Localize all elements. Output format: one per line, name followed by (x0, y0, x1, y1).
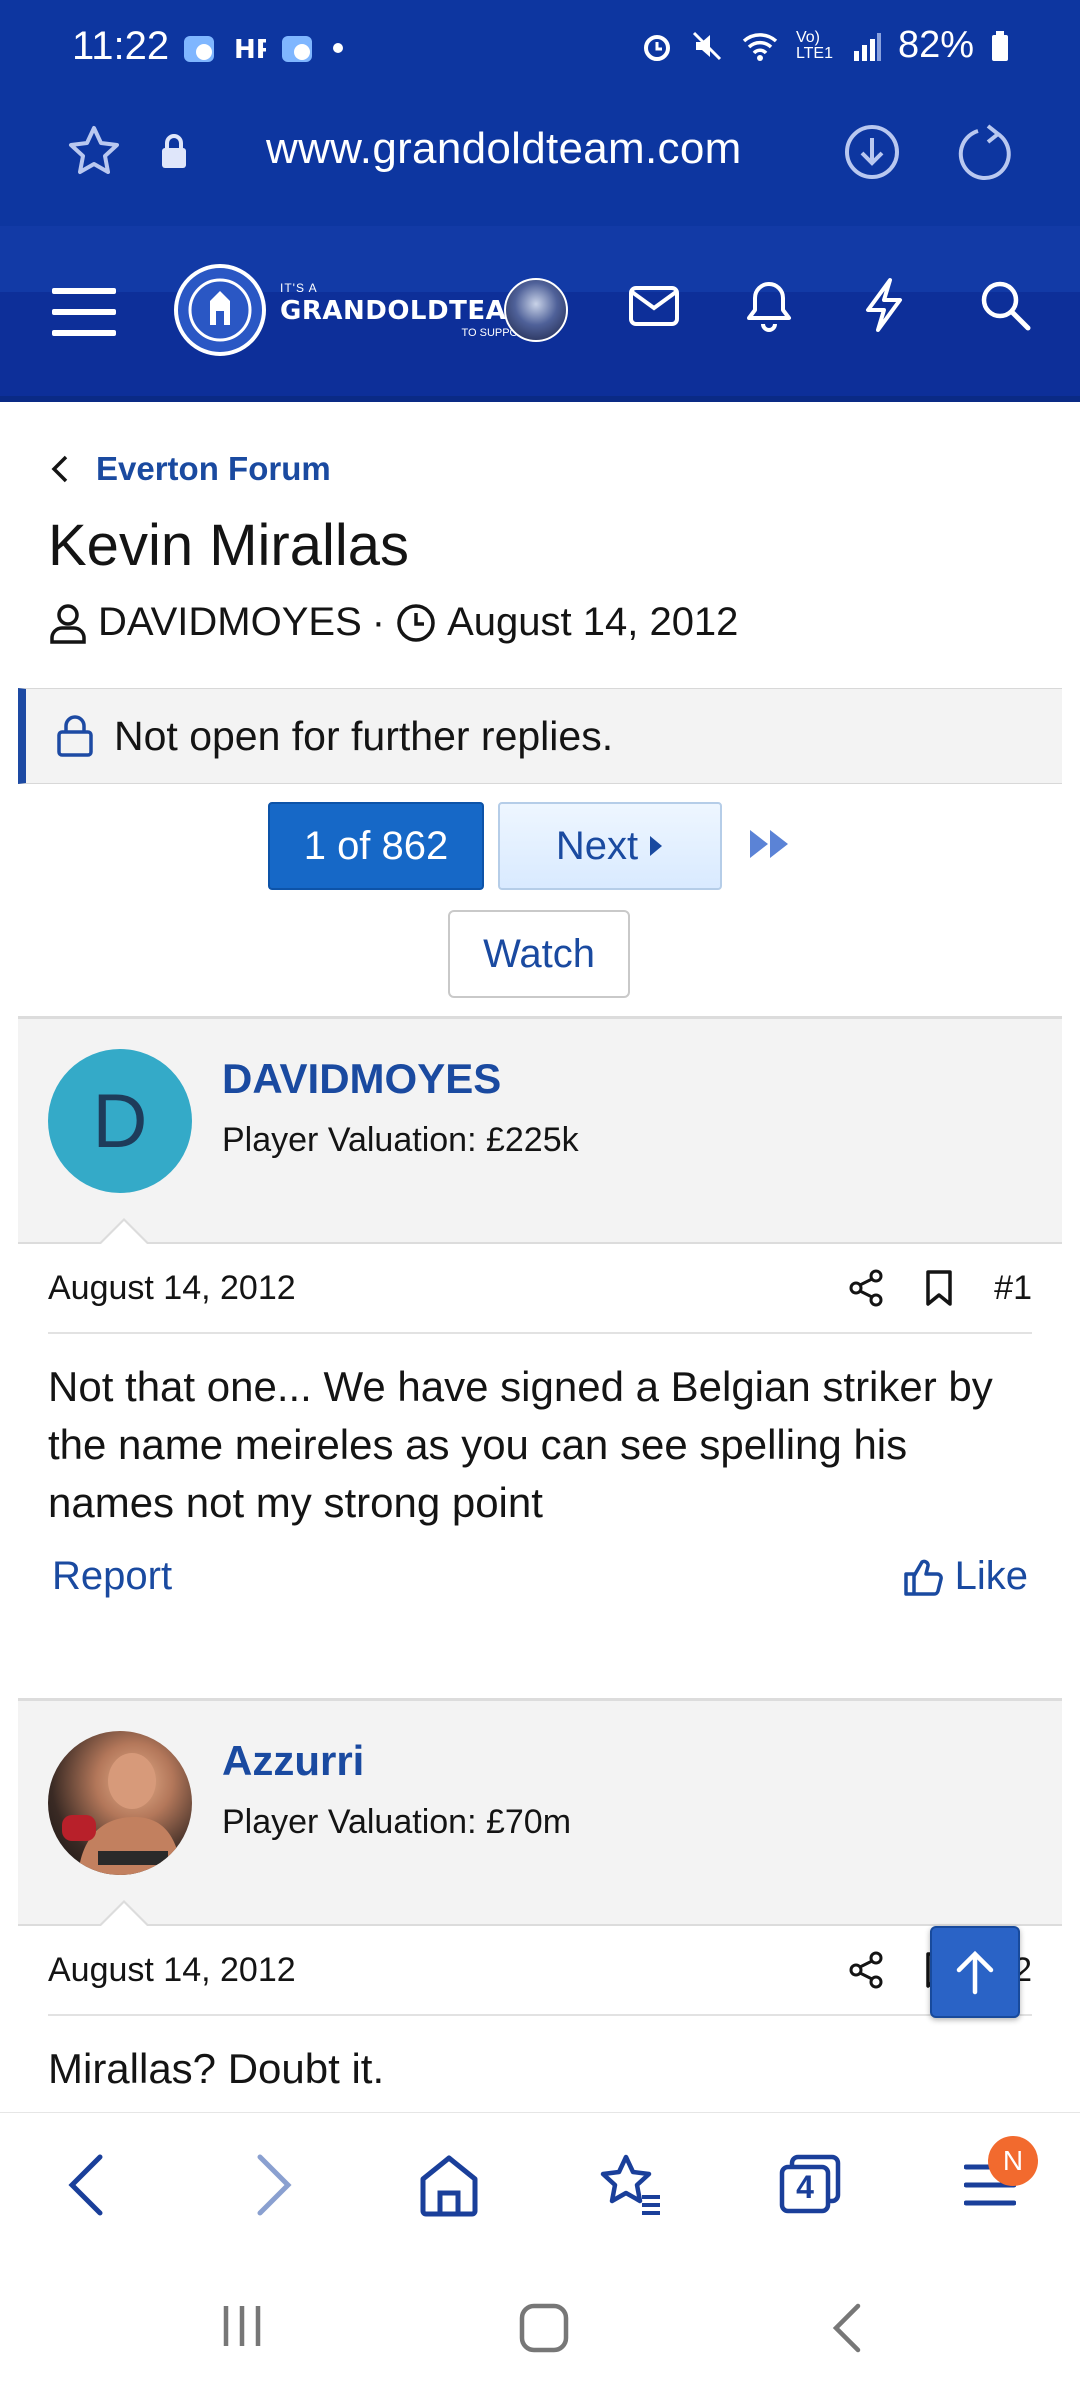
page-title: Kevin Mirallas (48, 513, 409, 578)
locked-notice-text: Not open for further replies. (114, 712, 614, 759)
tab-count: 4 (796, 2169, 814, 2205)
mute-icon (692, 31, 721, 60)
meta-separator: · (371, 600, 386, 644)
thumbs-up-icon (903, 1559, 943, 1596)
back-nav-icon[interactable] (828, 2302, 864, 2354)
post-body: Not that one... We have signed a Belgian… (48, 1363, 993, 1526)
battery-icon (992, 30, 1008, 61)
breadcrumb-link[interactable]: Everton Forum (96, 450, 331, 488)
status-right: Vo) LTE1 82% (640, 24, 1010, 67)
club-crest-icon (174, 264, 266, 356)
back-icon[interactable] (66, 2153, 106, 2217)
post-1: D DAVIDMOYES Player Valuation: £225k Aug… (18, 1016, 1062, 1599)
network-type: Vo) LTE1 (795, 28, 833, 62)
post-date[interactable]: August 14, 2012 (48, 1269, 848, 1308)
hamburger-menu-icon[interactable] (52, 282, 116, 342)
lightning-icon[interactable] (862, 276, 906, 334)
user-avatar[interactable] (504, 278, 568, 342)
post-body: Mirallas? Doubt it. (48, 2045, 385, 2092)
menu-badge: N (988, 2136, 1038, 2186)
pagination: 1 of 862 Next (0, 802, 1080, 892)
watch-button[interactable]: Watch (448, 910, 630, 998)
alarm-icon (643, 34, 670, 61)
chevron-left-icon (51, 455, 68, 483)
notification-icons: HP (182, 30, 346, 66)
post-number[interactable]: #1 (994, 1269, 1032, 1308)
signal-icon (853, 32, 881, 61)
thread-author[interactable]: DAVIDMOYES (98, 600, 362, 645)
site-logo[interactable]: IT'S A GRANDOLDTEAM TO SUPPORT (174, 264, 533, 356)
user-icon (50, 603, 86, 644)
post-user-block: D DAVIDMOYES Player Valuation: £225k (18, 1016, 1062, 1245)
clock-icon (397, 603, 435, 642)
lock-icon (57, 715, 93, 757)
forward-icon[interactable] (254, 2153, 294, 2217)
battery-percent: 82% (897, 24, 974, 66)
logo-tagline-bottom: TO SUPPORT (461, 326, 533, 339)
player-valuation: Player Valuation: £70m (222, 1803, 572, 1841)
breadcrumb[interactable]: Everton Forum (50, 450, 331, 488)
post-2: Azzurri Player Valuation: £70m August 14… (18, 1698, 1062, 2098)
system-nav-bar (0, 2258, 1080, 2400)
status-bar: 11:22 HP Vo) LTE1 82% (0, 0, 1080, 96)
svg-text:HP: HP (234, 35, 266, 65)
url-text[interactable]: www.grandoldteam.com (266, 124, 742, 174)
thread-date: August 14, 2012 (447, 600, 739, 644)
post-user-block: Azzurri Player Valuation: £70m (18, 1698, 1062, 1927)
logo-wordmark: GRANDOLDTEAM (280, 295, 533, 326)
avatar[interactable] (48, 1731, 192, 1875)
home-nav-icon[interactable] (518, 2302, 570, 2354)
like-button[interactable]: Like (903, 1554, 1028, 1599)
download-icon[interactable] (842, 122, 902, 182)
share-icon[interactable] (848, 1269, 884, 1307)
post-meta: August 14, 2012 #2 (48, 1926, 1032, 2016)
post-date[interactable]: August 14, 2012 (48, 1951, 848, 1990)
bell-icon[interactable] (744, 278, 794, 334)
browser-toolbar: 4 (0, 2112, 1080, 2258)
bookmark-star-icon[interactable] (64, 122, 124, 182)
caret-right-icon (650, 836, 663, 856)
recent-apps-icon[interactable] (218, 2302, 266, 2350)
dot-icon (333, 43, 343, 53)
reload-icon[interactable] (954, 122, 1014, 182)
player-valuation: Player Valuation: £225k (222, 1121, 579, 1159)
post-username[interactable]: Azzurri (222, 1737, 364, 1785)
thread-page: Everton Forum Kevin Mirallas DAVIDMOYES … (0, 402, 1080, 2112)
notification-hp-icon: HP (234, 35, 266, 65)
home-icon[interactable] (418, 2153, 480, 2217)
next-page-button[interactable]: Next (498, 802, 722, 890)
report-link[interactable]: Report (52, 1554, 172, 1599)
url-bar[interactable]: www.grandoldteam.com (0, 96, 1080, 206)
thread-meta: DAVIDMOYES · August 14, 2012 (48, 600, 738, 645)
bookmark-icon[interactable] (924, 1269, 954, 1307)
logo-tagline-top: IT'S A (280, 280, 318, 295)
last-page-icon[interactable] (748, 826, 796, 862)
share-icon[interactable] (848, 1951, 884, 1989)
like-label: Like (954, 1554, 1028, 1598)
next-label: Next (555, 823, 639, 868)
notification-app-icon (184, 36, 214, 62)
locked-notice: Not open for further replies. (18, 688, 1062, 784)
page-current-button[interactable]: 1 of 862 (268, 802, 484, 890)
status-time: 11:22 (72, 24, 170, 68)
notification-app-icon (282, 36, 312, 62)
post-meta: August 14, 2012 #1 (48, 1244, 1032, 1334)
mail-icon[interactable] (628, 284, 680, 328)
arrow-up-icon (956, 1950, 994, 1995)
lock-icon (162, 134, 186, 168)
post-username[interactable]: DAVIDMOYES (222, 1055, 501, 1103)
tabs-button[interactable]: 4 (778, 2153, 844, 2217)
search-icon[interactable] (978, 278, 1032, 332)
post-actions: Report Like (18, 1532, 1062, 1599)
browser-chrome: 11:22 HP Vo) LTE1 82% www.grandoldteam.c… (0, 0, 1080, 226)
scroll-to-top-button[interactable] (930, 1926, 1020, 2018)
bookmarks-icon[interactable] (598, 2153, 664, 2217)
wifi-icon (742, 32, 778, 61)
avatar[interactable]: D (48, 1049, 192, 1193)
